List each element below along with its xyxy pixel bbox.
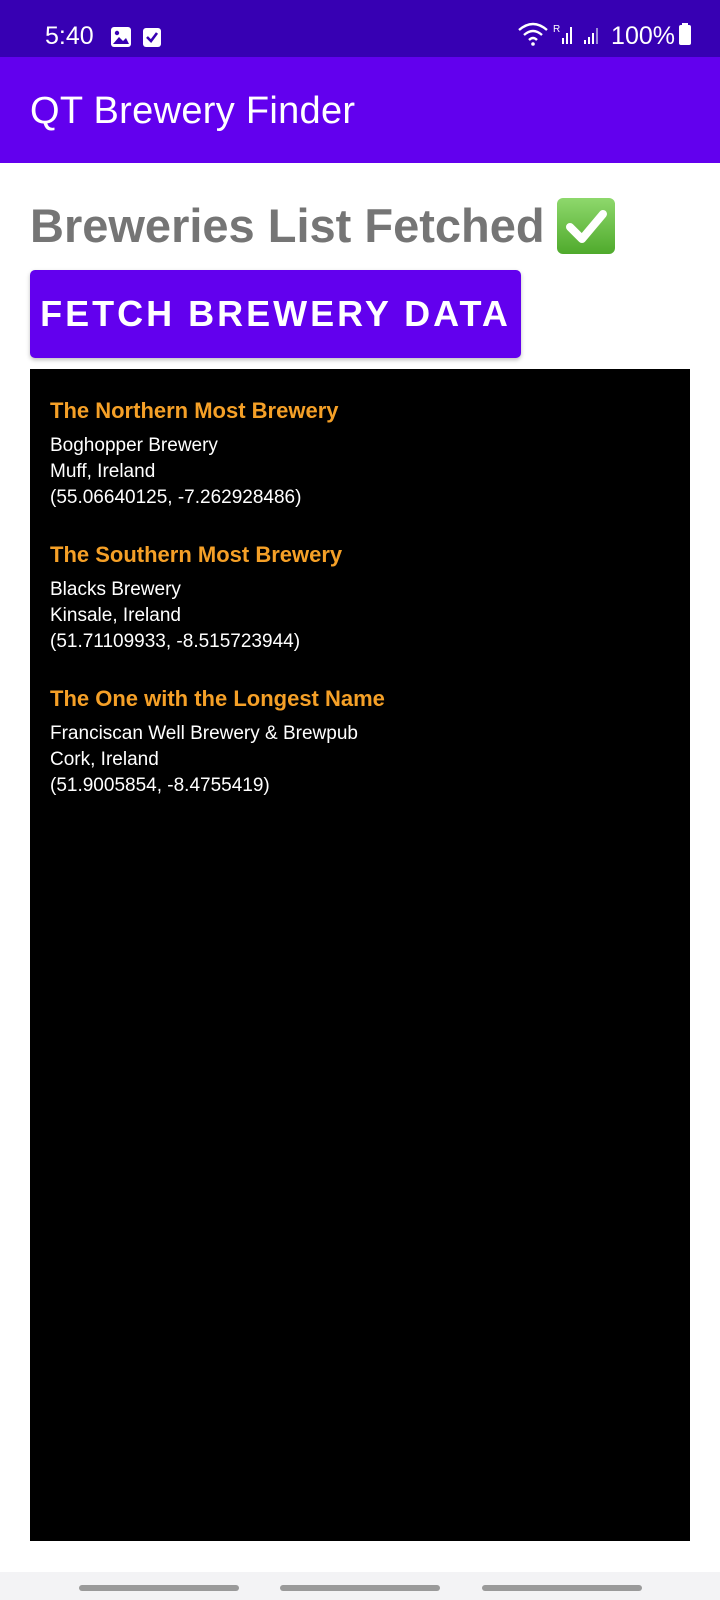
battery-icon [678, 22, 692, 51]
results-panel: The Northern Most Brewery Boghopper Brew… [30, 369, 690, 1541]
brewery-location: Muff, Ireland [50, 461, 156, 482]
brewery-location: Kinsale, Ireland [50, 605, 181, 626]
fetch-brewery-data-button[interactable]: FETCH BREWERY DATA [30, 270, 521, 358]
entry-title: The Northern Most Brewery [50, 398, 339, 423]
brewery-name: Boghopper Brewery [50, 435, 218, 456]
status-time: 5:40 [45, 22, 94, 50]
brewery-coordinates: (51.71109933, -8.515723944) [50, 631, 301, 652]
brewery-coordinates: (55.06640125, -7.262928486) [50, 487, 302, 508]
status-bar: 5:40 R 100% [0, 0, 720, 57]
check-mark-icon [556, 198, 615, 254]
svg-text:R: R [553, 24, 560, 35]
check-box-icon [142, 26, 162, 53]
battery-percent: 100% [611, 21, 675, 50]
brewery-name: Blacks Brewery [50, 579, 181, 600]
nav-recents-button[interactable] [79, 1585, 239, 1591]
entry-title: The One with the Longest Name [50, 686, 385, 711]
nav-home-button[interactable] [280, 1585, 440, 1591]
brewery-entry-longest-name: The One with the Longest Name Franciscan… [50, 685, 385, 799]
nav-back-button[interactable] [482, 1585, 642, 1591]
brewery-entry-southern: The Southern Most Brewery Blacks Brewery… [50, 541, 342, 655]
signal-icon-2 [583, 22, 603, 51]
brewery-coordinates: (51.9005854, -8.4755419) [50, 775, 270, 796]
navigation-bar [0, 1572, 720, 1600]
app-title: QT Brewery Finder [30, 90, 356, 132]
brewery-name: Franciscan Well Brewery & Brewpub [50, 723, 358, 744]
image-icon [110, 26, 132, 53]
brewery-entry-northern: The Northern Most Brewery Boghopper Brew… [50, 397, 339, 511]
brewery-location: Cork, Ireland [50, 749, 159, 770]
wifi-icon [517, 22, 549, 51]
signal-icon: R [553, 22, 575, 51]
page-heading: Breweries List Fetched [30, 196, 615, 256]
heading-text: Breweries List Fetched [30, 199, 545, 252]
app-bar: QT Brewery Finder [0, 57, 720, 163]
entry-title: The Southern Most Brewery [50, 542, 343, 567]
